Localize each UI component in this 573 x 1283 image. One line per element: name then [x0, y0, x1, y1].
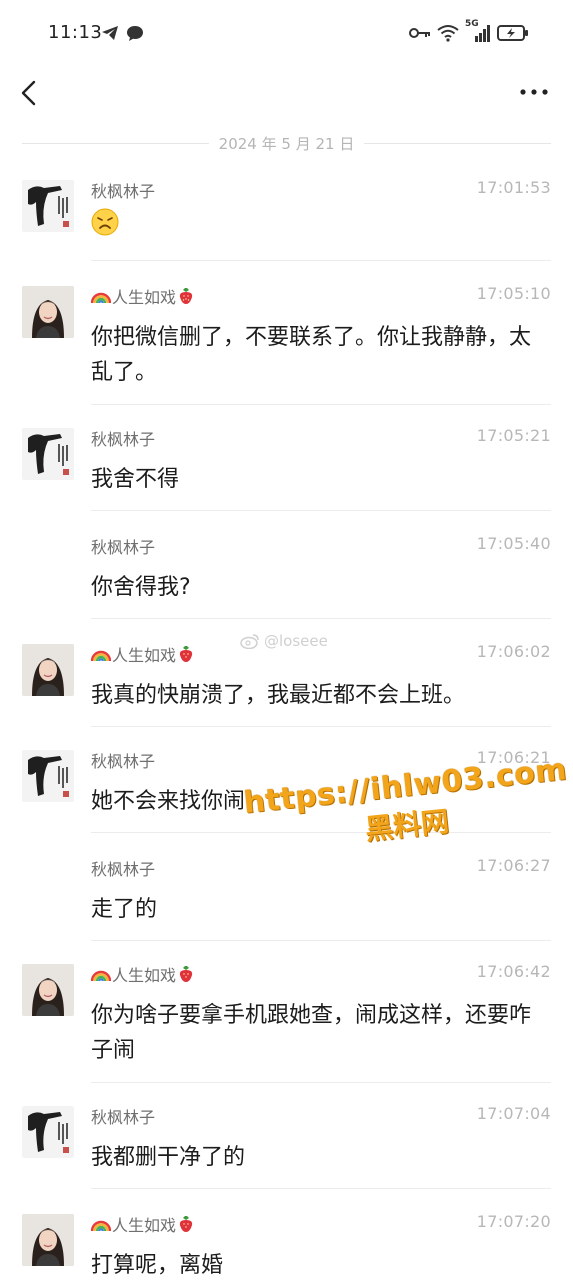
strawberry-icon: [179, 288, 193, 304]
avatar[interactable]: [22, 1214, 74, 1266]
message-text: 你把微信删了，不要联系了。你让我静静，太乱了。: [91, 325, 532, 385]
message-time: 17:07:20: [476, 1212, 551, 1231]
more-dots-icon: [520, 89, 548, 95]
telegram-icon: [102, 25, 118, 40]
avatar[interactable]: [22, 1106, 74, 1158]
message-time: 17:05:40: [476, 534, 551, 553]
message-item[interactable]: 人生如戏 17:05:10 你把微信删了，不要联系了。你让我静静，太乱了。: [0, 276, 573, 396]
weibo-icon: [240, 634, 259, 649]
strawberry-icon: [179, 1216, 193, 1232]
message-item[interactable]: 人生如戏 17:06:42 你为啥子要拿手机跟她查，闹成这样，还要咋子闹: [0, 954, 573, 1074]
nav-bar: [0, 64, 573, 124]
message-item[interactable]: 秋枫林子 17:07:04 我都删干净了的: [0, 1096, 573, 1186]
sender-name: 人生如戏: [91, 284, 194, 308]
message-time: 17:06:02: [476, 642, 551, 661]
status-bar: 11:13 5G: [0, 0, 573, 64]
message-item[interactable]: 秋枫林子 17:01:53: [0, 170, 573, 260]
sender-name: 秋枫林子: [91, 430, 156, 449]
date-separator: 2024 年 5 月 21 日: [22, 128, 551, 158]
avatar[interactable]: [22, 964, 74, 1016]
message-text: 你为啥子要拿手机跟她查，闹成这样，还要咋子闹: [91, 1003, 532, 1063]
message-time: 17:05:21: [476, 426, 551, 445]
wifi-icon: [437, 25, 459, 42]
sender-name: 人生如戏: [91, 962, 194, 986]
rainbow-icon: [91, 292, 111, 304]
sender-name: 人生如戏: [91, 1212, 194, 1236]
message-text: 我舍不得: [91, 467, 180, 492]
message-time: 17:05:10: [476, 284, 551, 303]
more-button[interactable]: [517, 82, 551, 102]
message-item[interactable]: 人生如戏 17:07:20 打算呢，离婚: [0, 1204, 573, 1280]
message-item[interactable]: 秋枫林子 17:05:40 你舍得我?: [0, 526, 573, 616]
chat-bubble-icon: [127, 25, 144, 41]
message-text: 我都删干净了的: [91, 1145, 246, 1170]
chevron-left-icon: [21, 80, 36, 106]
sender-name: 秋枫林子: [91, 1108, 156, 1127]
avatar[interactable]: [22, 750, 74, 802]
rainbow-icon: [91, 650, 111, 662]
sad-face-emoji-icon: [91, 208, 119, 236]
message-text: 你舍得我?: [91, 575, 191, 600]
status-time: 11:13: [48, 22, 103, 43]
sender-name: 秋枫林子: [91, 860, 156, 879]
strawberry-icon: [179, 966, 193, 982]
message-text: 走了的: [91, 897, 158, 922]
message-time: 17:06:42: [476, 962, 551, 981]
sender-name: 秋枫林子: [91, 182, 156, 201]
rainbow-icon: [91, 1220, 111, 1232]
back-button[interactable]: [14, 76, 48, 112]
signal-icon: 5G: [465, 19, 491, 43]
avatar[interactable]: [22, 286, 74, 338]
key-icon: [409, 28, 430, 38]
sender-name: 人生如戏: [91, 642, 194, 666]
message-time: 17:07:04: [476, 1104, 551, 1123]
avatar[interactable]: [22, 644, 74, 696]
message-text: 我真的快崩溃了，我最近都不会上班。: [91, 683, 466, 708]
weibo-watermark: @loseee: [240, 632, 328, 650]
date-label: 2024 年 5 月 21 日: [218, 134, 355, 153]
sender-name: 秋枫林子: [91, 538, 156, 557]
message-text: [91, 208, 547, 247]
sender-name: 秋枫林子: [91, 752, 156, 771]
message-time: 17:01:53: [476, 178, 551, 197]
strawberry-icon: [179, 646, 193, 662]
message-item[interactable]: 秋枫林子 17:05:21 我舍不得: [0, 418, 573, 508]
battery-charging-icon: [497, 25, 528, 41]
message-text: 打算呢，离婚: [91, 1253, 224, 1278]
avatar[interactable]: [22, 428, 74, 480]
avatar[interactable]: [22, 180, 74, 232]
rainbow-icon: [91, 970, 111, 982]
